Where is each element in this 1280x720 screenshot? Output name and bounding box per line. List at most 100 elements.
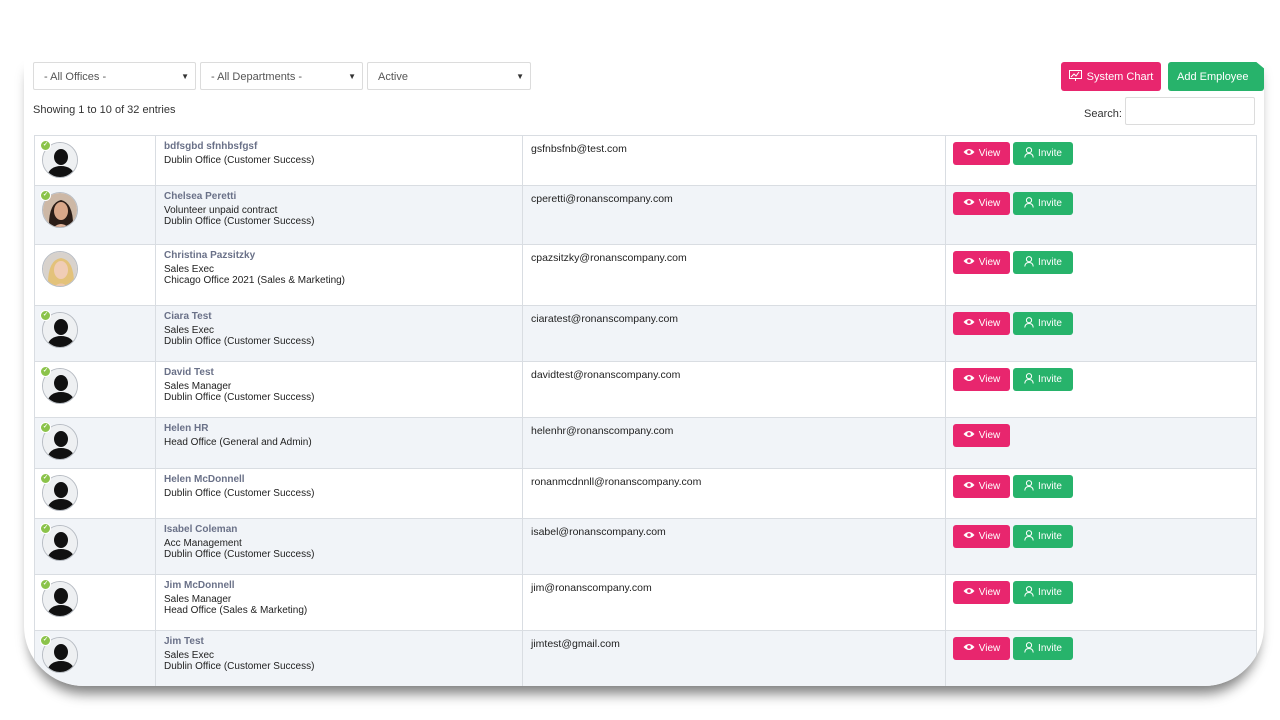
employee-email: cpazsitzky@ronanscompany.com bbox=[531, 252, 687, 264]
add-employee-button[interactable]: Add Employee bbox=[1168, 62, 1264, 91]
view-button[interactable]: View bbox=[953, 142, 1010, 165]
invite-button[interactable]: Invite bbox=[1013, 637, 1073, 660]
employee-info-cell: Jim McDonnell Sales Manager Head Office … bbox=[155, 574, 523, 631]
view-button[interactable]: View bbox=[953, 192, 1010, 215]
view-button[interactable]: View bbox=[953, 525, 1010, 548]
view-label: View bbox=[978, 430, 1001, 441]
invite-button[interactable]: Invite bbox=[1013, 312, 1073, 335]
invite-label: Invite bbox=[1038, 531, 1062, 542]
department-filter-select[interactable]: - All Departments - ▼ bbox=[200, 62, 363, 90]
actions-cell: View Invite bbox=[945, 518, 1257, 575]
employee-email-cell: ronanmcdnnll@ronanscompany.com bbox=[522, 468, 946, 519]
invite-button[interactable]: Invite bbox=[1013, 475, 1073, 498]
employee-name-link[interactable]: Chelsea Peretti bbox=[164, 191, 514, 202]
invite-button[interactable]: Invite bbox=[1013, 581, 1073, 604]
eye-icon bbox=[963, 430, 975, 441]
employee-info-cell: Helen McDonnell Dublin Office (Customer … bbox=[155, 468, 523, 519]
employee-email-cell: isabel@ronanscompany.com bbox=[522, 518, 946, 575]
invite-label: Invite bbox=[1038, 643, 1062, 654]
invite-button[interactable]: Invite bbox=[1013, 192, 1073, 215]
table-row: ✓ Chelsea Peretti Volunteer unpaid contr… bbox=[34, 185, 1257, 245]
employee-office: Dublin Office (Customer Success) bbox=[164, 392, 315, 403]
employee-name-link[interactable]: Jim Test bbox=[164, 636, 514, 647]
user-icon bbox=[1024, 255, 1034, 270]
view-label: View bbox=[978, 531, 1001, 542]
employee-email-cell: davidtest@ronanscompany.com bbox=[522, 361, 946, 418]
view-label: View bbox=[978, 587, 1001, 598]
eye-icon bbox=[963, 481, 975, 492]
view-button[interactable]: View bbox=[953, 581, 1010, 604]
invite-button[interactable]: Invite bbox=[1013, 251, 1073, 274]
view-button[interactable]: View bbox=[953, 368, 1010, 391]
view-label: View bbox=[978, 643, 1001, 654]
employee-email: jimtest@gmail.com bbox=[531, 638, 620, 650]
invite-button[interactable]: Invite bbox=[1013, 368, 1073, 391]
table-row: ✓ David Test Sales Manager Dublin Office… bbox=[34, 361, 1257, 418]
employee-info-cell: bdfsgbd sfnhbsfgsf Dublin Office (Custom… bbox=[155, 135, 523, 186]
employee-name-link[interactable]: Ciara Test bbox=[164, 311, 514, 322]
invite-label: Invite bbox=[1038, 148, 1062, 159]
employee-office: Dublin Office (Customer Success) bbox=[164, 661, 315, 672]
eye-icon bbox=[963, 148, 975, 159]
employee-name-link[interactable]: Helen McDonnell bbox=[164, 474, 514, 485]
department-filter-value: - All Departments - bbox=[211, 71, 303, 83]
status-badge-icon: ✓ bbox=[40, 635, 51, 646]
employee-email-cell: ciaratest@ronanscompany.com bbox=[522, 305, 946, 362]
employee-office: Head Office (Sales & Marketing) bbox=[164, 605, 308, 616]
user-icon bbox=[1024, 372, 1034, 387]
employee-email-cell: gsfnbsfnb@test.com bbox=[522, 135, 946, 186]
view-button[interactable]: View bbox=[953, 424, 1010, 447]
avatar-cell: ✓ bbox=[34, 305, 156, 362]
invite-button[interactable]: Invite bbox=[1013, 525, 1073, 548]
user-icon bbox=[1024, 479, 1034, 494]
employee-office: Dublin Office (Customer Success) bbox=[164, 549, 315, 560]
avatar-cell: ✓ bbox=[34, 417, 156, 469]
avatar[interactable] bbox=[42, 251, 78, 287]
employee-info-cell: Isabel Coleman Acc Management Dublin Off… bbox=[155, 518, 523, 575]
employee-name-link[interactable]: Jim McDonnell bbox=[164, 580, 514, 591]
view-label: View bbox=[978, 374, 1001, 385]
employee-name-link[interactable]: Isabel Coleman bbox=[164, 524, 514, 535]
invite-label: Invite bbox=[1038, 198, 1062, 209]
invite-label: Invite bbox=[1038, 318, 1062, 329]
employee-info-cell: Ciara Test Sales Exec Dublin Office (Cus… bbox=[155, 305, 523, 362]
status-badge-icon: ✓ bbox=[40, 310, 51, 321]
invite-button[interactable]: Invite bbox=[1013, 142, 1073, 165]
employee-email: gsfnbsfnb@test.com bbox=[531, 143, 627, 155]
view-button[interactable]: View bbox=[953, 251, 1010, 274]
status-filter-value: Active bbox=[378, 71, 408, 83]
employee-email-cell: cpazsitzky@ronanscompany.com bbox=[522, 244, 946, 306]
employee-name-link[interactable]: bdfsgbd sfnhbsfgsf bbox=[164, 141, 514, 152]
user-icon bbox=[1024, 146, 1034, 161]
actions-cell: View Invite bbox=[945, 361, 1257, 418]
invite-label: Invite bbox=[1038, 587, 1062, 598]
avatar-cell bbox=[34, 244, 156, 306]
employee-email: helenhr@ronanscompany.com bbox=[531, 425, 674, 437]
view-label: View bbox=[978, 318, 1001, 329]
status-filter-select[interactable]: Active ▼ bbox=[367, 62, 531, 90]
employee-email-cell: helenhr@ronanscompany.com bbox=[522, 417, 946, 469]
office-filter-select[interactable]: - All Offices - ▼ bbox=[33, 62, 196, 90]
employee-name-link[interactable]: David Test bbox=[164, 367, 514, 378]
status-badge-icon: ✓ bbox=[40, 523, 51, 534]
system-chart-button[interactable]: System Chart bbox=[1061, 62, 1161, 91]
status-badge-icon: ✓ bbox=[40, 579, 51, 590]
view-label: View bbox=[978, 198, 1001, 209]
employee-email-cell: jimtest@gmail.com bbox=[522, 630, 946, 686]
view-button[interactable]: View bbox=[953, 637, 1010, 660]
chevron-down-icon: ▼ bbox=[348, 72, 356, 81]
user-icon bbox=[1024, 196, 1034, 211]
invite-label: Invite bbox=[1038, 374, 1062, 385]
chevron-down-icon: ▼ bbox=[181, 72, 189, 81]
table-row: ✓ Helen HR Head Office (General and Admi… bbox=[34, 417, 1257, 469]
view-button[interactable]: View bbox=[953, 475, 1010, 498]
eye-icon bbox=[963, 257, 975, 268]
search-input[interactable] bbox=[1125, 97, 1255, 125]
view-label: View bbox=[978, 257, 1001, 268]
eye-icon bbox=[963, 318, 975, 329]
employee-name-link[interactable]: Christina Pazsitzky bbox=[164, 250, 514, 261]
view-button[interactable]: View bbox=[953, 312, 1010, 335]
avatar-cell: ✓ bbox=[34, 518, 156, 575]
employee-office: Dublin Office (Customer Success) bbox=[164, 488, 315, 499]
employee-name-link[interactable]: Helen HR bbox=[164, 423, 514, 434]
